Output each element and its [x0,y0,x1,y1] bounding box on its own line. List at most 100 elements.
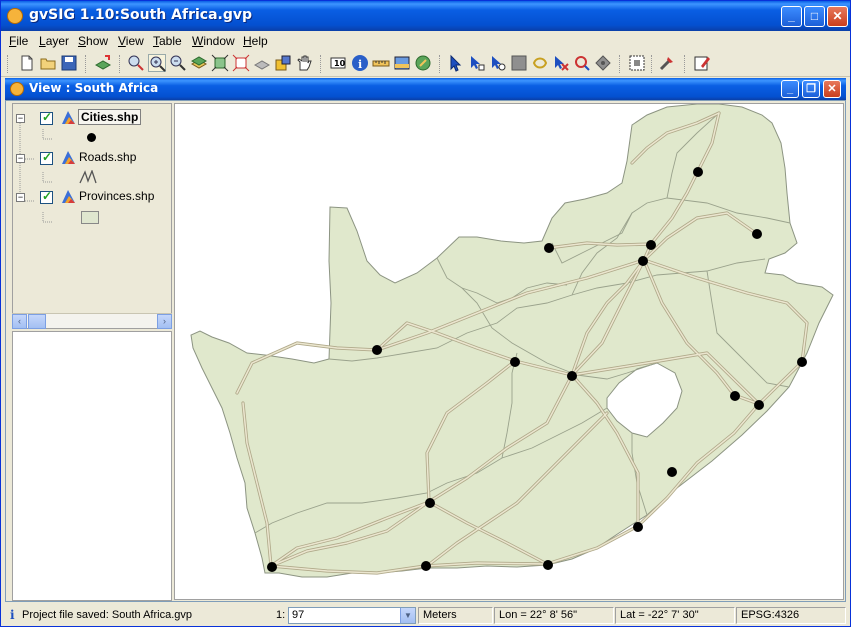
layer-visibility-checkbox[interactable] [40,189,53,204]
hyperlink-icon[interactable] [414,54,432,72]
toc-layer-cities[interactable]: − Cities.shp [13,109,171,127]
menu-layer[interactable]: Layer [39,34,69,48]
select-by-rect-icon[interactable] [489,54,507,72]
latitude-field: Lat = -22° 7' 30" [615,607,735,624]
zoom-select-icon[interactable] [232,54,250,72]
menu-table[interactable]: Table [153,34,182,48]
layer-visibility-checkbox[interactable] [40,110,53,125]
edit-icon[interactable] [693,54,711,72]
toc-layer-provinces[interactable]: − Provinces.shp [13,188,171,206]
view-close-button[interactable]: ✕ [823,80,841,98]
menubar: File Layer Show View Table Window Help [1,31,850,51]
select-by-circle-icon[interactable] [552,54,570,72]
label-icon[interactable]: 10 [329,54,347,72]
info-status-icon: i [10,608,15,622]
collapse-icon[interactable]: − [16,114,25,123]
line-symbol-icon [79,169,97,184]
map-canvas[interactable] [174,103,844,600]
zoom-in-selected-icon[interactable] [148,54,166,72]
zoom-selection-icon[interactable] [274,54,292,72]
toc-layer-name[interactable]: Cities.shp [78,109,142,125]
invert-selection-icon[interactable] [594,54,612,72]
pan-icon[interactable] [295,54,313,72]
new-icon[interactable] [18,54,36,72]
main-window: gvSIG 1.10:South Africa.gvp _ □ ✕ File L… [0,0,851,627]
city-point[interactable] [797,357,807,367]
collapse-icon[interactable]: − [16,193,25,202]
south-africa-map[interactable] [175,104,843,599]
layers-zoom-icon[interactable] [190,54,208,72]
close-button[interactable]: ✕ [827,6,848,27]
polygon-symbol-icon [81,211,99,224]
layer-visibility-checkbox[interactable] [40,150,53,165]
measure-distance-icon[interactable] [372,54,390,72]
tools-icon[interactable] [658,54,676,72]
city-point[interactable] [543,560,553,570]
minimize-button[interactable]: _ [781,6,802,27]
select-by-polygon-icon[interactable] [510,54,528,72]
toc-horizontal-scrollbar[interactable]: ‹ › [12,313,172,329]
grid-icon[interactable] [628,54,646,72]
zoom-out-icon[interactable] [169,54,187,72]
select-icon[interactable] [447,54,465,72]
city-point[interactable] [267,562,277,572]
toolbar-separator [119,55,121,73]
menu-file[interactable]: File [9,34,28,48]
toc-layer-name[interactable]: Roads.shp [79,150,136,164]
add-layer-icon[interactable] [94,54,112,72]
view-titlebar[interactable]: View : South Africa _ ❐ ✕ [5,78,846,100]
select-by-buffer-icon[interactable] [573,54,591,72]
toc-layer-name[interactable]: Provinces.shp [79,189,154,203]
zoom-in-icon[interactable] [127,54,145,72]
city-point[interactable] [667,467,677,477]
svg-text:i: i [358,58,362,71]
collapse-icon[interactable]: − [16,154,25,163]
locator-map[interactable] [12,331,172,601]
city-point[interactable] [752,229,762,239]
city-point[interactable] [510,357,520,367]
city-point[interactable] [421,561,431,571]
measure-area-icon[interactable] [393,54,411,72]
city-point[interactable] [754,400,764,410]
open-icon[interactable] [39,54,57,72]
scroll-thumb[interactable] [28,314,46,329]
city-point[interactable] [646,240,656,250]
frame-icon[interactable] [253,54,271,72]
main-toolbar: 10 i [1,51,850,77]
city-point[interactable] [567,371,577,381]
toolbar-separator [320,55,322,73]
city-point[interactable] [730,391,740,401]
city-point[interactable] [544,243,554,253]
select-by-point-icon[interactable] [468,54,486,72]
table-of-contents: − Cities.shp − Roads.shp − Provinces.shp [12,103,172,329]
info-icon[interactable]: i [351,54,369,72]
scroll-right-icon[interactable]: › [157,314,172,329]
save-icon[interactable] [60,54,78,72]
view-minimize-button[interactable]: _ [781,80,799,98]
scroll-left-icon[interactable]: ‹ [12,314,27,329]
view-logo-icon [10,82,24,96]
toolbar-separator [619,55,621,73]
menu-show[interactable]: Show [78,34,108,48]
point-symbol-icon [87,133,96,142]
menu-view[interactable]: View [118,34,144,48]
chevron-down-icon[interactable]: ▼ [400,608,415,623]
scale-combobox[interactable]: 97 ▼ [288,607,416,624]
city-point[interactable] [425,498,435,508]
menu-window[interactable]: Window [192,34,235,48]
view-restore-button[interactable]: ❐ [802,80,820,98]
scale-value[interactable]: 97 [292,609,304,621]
select-by-shape-icon[interactable] [531,54,549,72]
maximize-button[interactable]: □ [804,6,825,27]
toc-layer-roads[interactable]: − Roads.shp [13,149,171,167]
city-point[interactable] [372,345,382,355]
city-point[interactable] [633,522,643,532]
city-point[interactable] [693,167,703,177]
toolbar-grip [7,55,9,73]
app-titlebar[interactable]: gvSIG 1.10:South Africa.gvp _ □ ✕ [1,1,850,31]
toolbar-separator [684,55,686,73]
city-point[interactable] [638,256,648,266]
full-extent-icon[interactable] [211,54,229,72]
menu-help[interactable]: Help [243,34,268,48]
status-message: Project file saved: South Africa.gvp [22,609,192,621]
